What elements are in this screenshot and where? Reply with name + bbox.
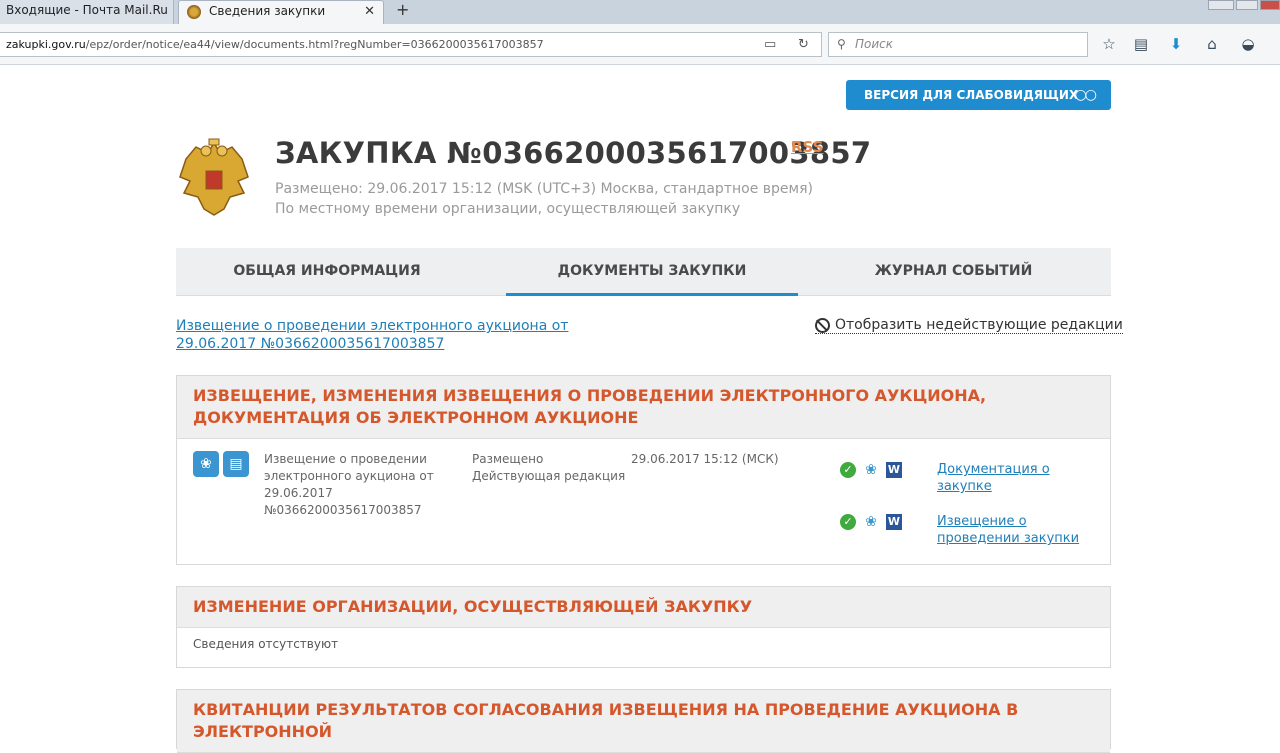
downloads-icon[interactable]: ⬇: [1165, 34, 1187, 56]
url-path: /epz/order/notice/ea44/view/documents.ht…: [85, 38, 544, 51]
page-tabs: ОБЩАЯ ИНФОРМАЦИЯ ДОКУМЕНТЫ ЗАКУПКИ ЖУРНА…: [176, 248, 1111, 296]
document-status: Размещено Действующая редакция: [472, 452, 626, 483]
new-tab-button[interactable]: +: [396, 0, 409, 20]
page-title: ЗАКУПКА №0366200035617003857: [275, 136, 872, 170]
close-tab-icon[interactable]: ✕: [364, 2, 375, 22]
search-icon: ⚲: [837, 37, 846, 51]
document-link-documentation[interactable]: Документация о закупке: [937, 461, 1087, 495]
browser-navbar: zakupki.gov.ru/epz/order/notice/ea44/vie…: [0, 24, 1280, 65]
browser-tab-zakupki[interactable]: Сведения закупки ✕: [178, 0, 384, 24]
close-window-button[interactable]: [1260, 0, 1280, 10]
browser-tab-label: Сведения закупки: [209, 4, 326, 18]
search-placeholder: Поиск: [855, 37, 894, 51]
url-host: zakupki.gov.ru: [6, 38, 86, 51]
show-inactive-label: Отобразить недействующие редакции: [835, 317, 1123, 333]
notice-link[interactable]: Извещение о проведении электронного аукц…: [176, 317, 646, 353]
low-vision-button-label: ВЕРСИЯ ДЛЯ СЛАБОВИДЯЩИХ: [864, 88, 1079, 102]
rss-link[interactable]: RSS: [791, 138, 823, 156]
word-file-icon: W: [886, 514, 902, 530]
document-link-notice[interactable]: Извещение о проведении закупки: [937, 513, 1087, 547]
tab-general-info[interactable]: ОБЩАЯ ИНФОРМАЦИЯ: [176, 248, 478, 296]
print-icon[interactable]: ▤: [223, 451, 249, 477]
receipts-section: КВИТАНЦИИ РЕЗУЛЬТАТОВ СОГЛАСОВАНИЯ ИЗВЕЩ…: [176, 689, 1111, 753]
check-icon: ✓: [840, 514, 856, 530]
document-name: Извещение о проведении электронного аукц…: [264, 452, 434, 517]
reader-view-icon[interactable]: ▭: [764, 36, 776, 53]
document-date: 29.06.2017 15:12 (МСК): [631, 452, 779, 466]
address-bar[interactable]: zakupki.gov.ru/epz/order/notice/ea44/vie…: [0, 32, 822, 57]
home-icon[interactable]: ⌂: [1201, 34, 1223, 56]
posted-datetime: Размещено: 29.06.2017 15:12 (MSK (UTC+3)…: [275, 181, 813, 197]
minimize-window-button[interactable]: [1208, 0, 1234, 10]
maximize-window-button[interactable]: [1236, 0, 1258, 10]
notice-documents-section: ИЗВЕЩЕНИЕ, ИЗМЕНЕНИЯ ИЗВЕЩЕНИЯ О ПРОВЕДЕ…: [176, 375, 1111, 565]
tab-procurement-documents[interactable]: ДОКУМЕНТЫ ЗАКУПКИ: [506, 248, 798, 296]
pocket-icon[interactable]: ◒: [1237, 34, 1259, 56]
local-time-note: По местному времени организации, осущест…: [275, 201, 741, 217]
browser-tab-bar: Входящие - Почта Mail.Ru Сведения закупк…: [0, 0, 1280, 24]
reload-icon[interactable]: ↻: [798, 36, 809, 53]
search-input[interactable]: ⚲ Поиск: [828, 32, 1088, 57]
signature-badge-icon[interactable]: ❀: [864, 462, 878, 478]
emblem-favicon-icon: [187, 5, 201, 19]
low-vision-version-button[interactable]: ВЕРСИЯ ДЛЯ СЛАБОВИДЯЩИХ ○○: [846, 80, 1111, 110]
section-title: ИЗМЕНЕНИЕ ОРГАНИЗАЦИИ, ОСУЩЕСТВЛЯЮЩЕЙ ЗА…: [177, 587, 1110, 628]
ban-icon: [815, 318, 830, 333]
browser-tab-mail[interactable]: Входящие - Почта Mail.Ru: [0, 0, 174, 24]
section-title: ИЗВЕЩЕНИЕ, ИЗМЕНЕНИЯ ИЗВЕЩЕНИЯ О ПРОВЕДЕ…: [177, 376, 1110, 439]
bookmarks-list-icon[interactable]: ▤: [1130, 34, 1152, 56]
russian-emblem-icon: [179, 138, 249, 216]
glasses-icon: ○○: [1074, 87, 1097, 103]
no-data-note: Сведения отсутствуют: [193, 637, 339, 651]
section-title: КВИТАНЦИИ РЕЗУЛЬТАТОВ СОГЛАСОВАНИЯ ИЗВЕЩ…: [177, 690, 1110, 753]
check-icon: ✓: [840, 462, 856, 478]
browser-tab-label: Входящие - Почта Mail.Ru: [6, 3, 168, 17]
signature-badge-icon[interactable]: ❀: [864, 514, 878, 530]
tab-event-log[interactable]: ЖУРНАЛ СОБЫТИЙ: [816, 248, 1091, 296]
bookmark-star-icon[interactable]: ☆: [1098, 34, 1120, 56]
show-inactive-editions-toggle[interactable]: Отобразить недействующие редакции: [815, 317, 1123, 334]
org-change-section: ИЗМЕНЕНИЕ ОРГАНИЗАЦИИ, ОСУЩЕСТВЛЯЮЩЕЙ ЗА…: [176, 586, 1111, 668]
word-file-icon: W: [886, 462, 902, 478]
signature-icon[interactable]: ❀: [193, 451, 219, 477]
